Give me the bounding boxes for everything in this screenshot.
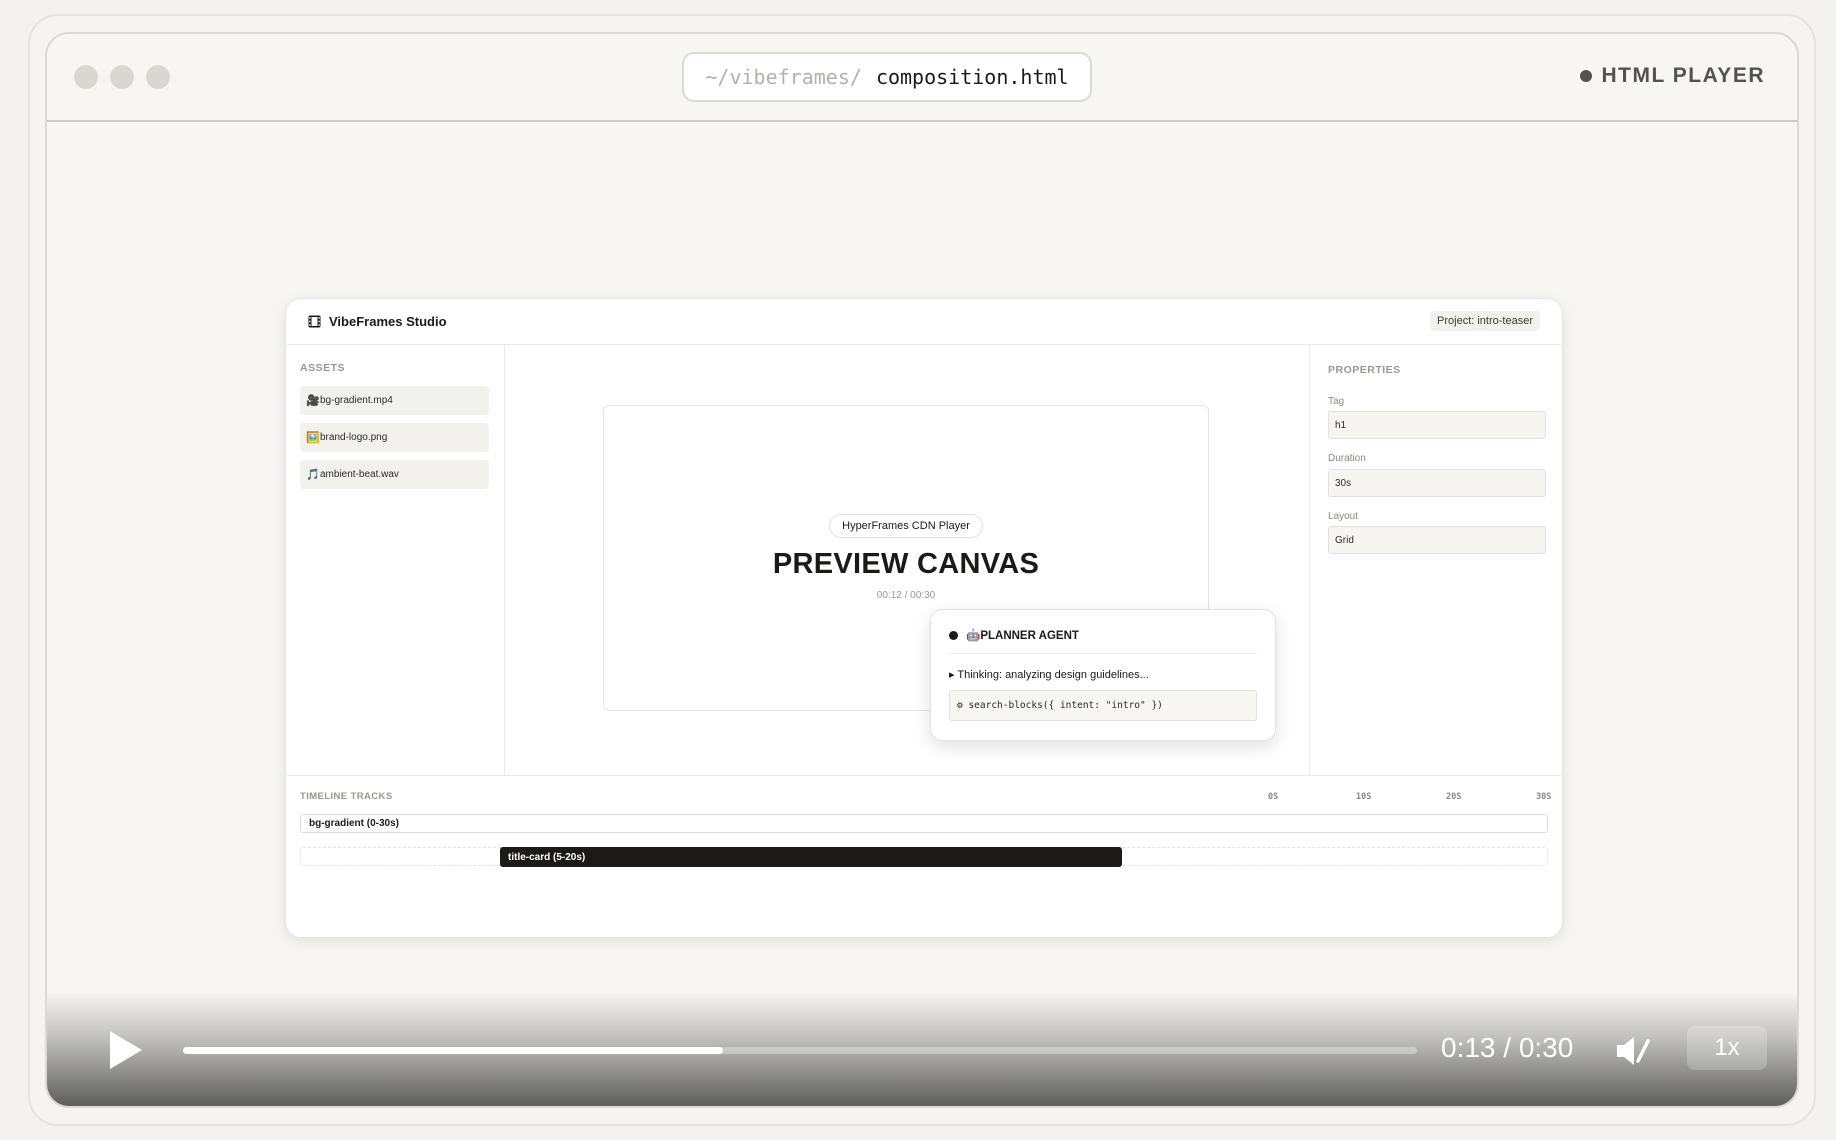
assets-panel: ASSETS 🎥 bg-gradient.mp4 🖼️ brand-logo.p…: [286, 345, 505, 775]
badge-label: HTML PLAYER: [1601, 64, 1765, 87]
asset-item-brand-logo[interactable]: 🖼️ brand-logo.png: [300, 423, 489, 452]
prop-field-duration[interactable]: 30s: [1328, 469, 1546, 497]
asset-name: brand-logo.png: [320, 432, 388, 443]
project-tag: Project: intro-teaser: [1430, 311, 1540, 331]
play-icon[interactable]: [105, 1028, 145, 1072]
studio-header: VibeFrames Studio Project: intro-teaser: [286, 299, 1562, 345]
window-titlebar: ~/vibeframes/ composition.html HTML PLAY…: [47, 34, 1797, 122]
status-dot-icon: [1580, 70, 1593, 82]
image-icon: 🖼️: [306, 432, 320, 444]
timeline-clip-title-card[interactable]: title-card (5-20s): [500, 847, 1122, 867]
playback-speed-button[interactable]: 1x: [1687, 1026, 1767, 1070]
video-camera-icon: 🎥: [306, 395, 320, 407]
track-label: bg-gradient (0-30s): [309, 818, 400, 829]
agent-thinking-text: ▸ Thinking: analyzing design guidelines.…: [949, 669, 1149, 681]
preview-title: PREVIEW CANVAS: [772, 548, 1040, 580]
cdn-player-pill: HyperFrames CDN Player: [829, 514, 983, 538]
timeline-tick: 20S: [1446, 792, 1462, 802]
assets-heading: ASSETS: [300, 362, 346, 374]
window-zoom-dot[interactable]: [146, 65, 170, 89]
asset-name: ambient-beat.wav: [320, 469, 399, 480]
player-stage: VibeFrames Studio Project: intro-teaser …: [47, 124, 1797, 1106]
timeline-panel: TIMELINE TRACKS 0S 10S 20S 30S bg-gradie…: [286, 775, 1562, 937]
prop-label-duration: Duration: [1328, 453, 1366, 464]
timeline-tick: 30S: [1536, 792, 1552, 802]
window-close-dot[interactable]: [74, 65, 98, 89]
timeline-tick: 0S: [1268, 792, 1279, 802]
music-note-icon: 🎵: [306, 469, 320, 481]
player-controls: 0:13 / 0:30 1x: [47, 992, 1797, 1106]
path-directory: ~/vibeframes/: [705, 65, 862, 89]
film-icon: [308, 315, 321, 328]
clip-label: title-card (5-20s): [508, 851, 586, 863]
agent-name: 🤖PLANNER AGENT: [966, 630, 1079, 642]
preview-time: 00:12 / 00:30: [876, 590, 936, 601]
volume-muted-icon[interactable]: [1614, 1034, 1654, 1068]
properties-heading: PROPERTIES: [1328, 364, 1401, 376]
asset-item-bg-gradient[interactable]: 🎥 bg-gradient.mp4: [300, 386, 489, 415]
file-path-box: ~/vibeframes/ composition.html: [682, 52, 1092, 102]
agent-header: 🤖PLANNER AGENT: [949, 628, 1257, 654]
timeline-heading: TIMELINE TRACKS: [300, 791, 393, 802]
progress-fill: [183, 1047, 724, 1054]
prop-field-tag[interactable]: h1: [1328, 411, 1546, 439]
prop-field-layout[interactable]: Grid: [1328, 526, 1546, 554]
prop-label-layout: Layout: [1328, 511, 1359, 522]
html-player-badge: HTML PLAYER: [1580, 64, 1765, 88]
progress-bar[interactable]: [183, 1047, 1417, 1054]
planner-agent-card: 🤖PLANNER AGENT ▸ Thinking: analyzing des…: [930, 609, 1276, 741]
agent-tool-call: ⚙ search-blocks({ intent: "intro" }): [949, 690, 1257, 721]
studio-app: VibeFrames Studio Project: intro-teaser …: [285, 298, 1563, 938]
player-window: ~/vibeframes/ composition.html HTML PLAY…: [45, 32, 1799, 1108]
prop-label-tag: Tag: [1328, 396, 1345, 407]
timeline-tick: 10S: [1356, 792, 1372, 802]
asset-item-ambient-beat[interactable]: 🎵 ambient-beat.wav: [300, 460, 489, 489]
asset-name: bg-gradient.mp4: [320, 395, 393, 406]
timeline-track-bg-gradient[interactable]: bg-gradient (0-30s): [300, 814, 1548, 833]
window-minimize-dot[interactable]: [110, 65, 134, 89]
playback-time: 0:13 / 0:30: [1441, 1032, 1574, 1063]
agent-status-dot-icon: [949, 631, 958, 640]
studio-title: VibeFrames Studio: [329, 314, 447, 329]
path-filename: composition.html: [875, 65, 1069, 89]
properties-panel: PROPERTIES Tag h1 Duration 30s Layout Gr…: [1309, 345, 1562, 775]
